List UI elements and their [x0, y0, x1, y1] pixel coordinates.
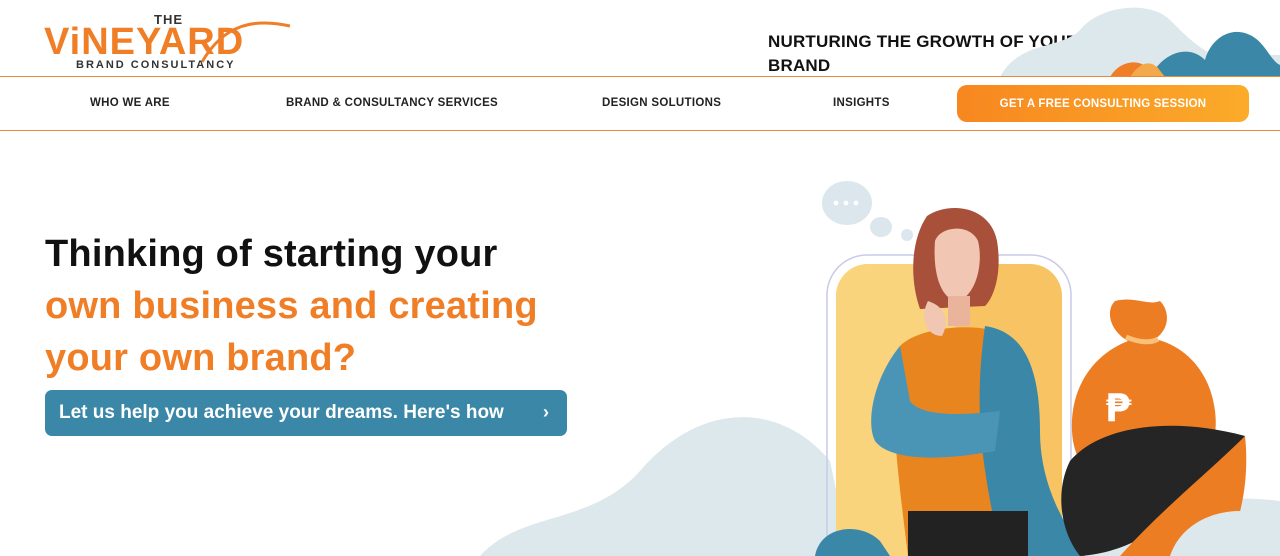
chevron-right-icon: ›: [543, 402, 549, 422]
headline-line-2: own business and creating: [45, 285, 538, 327]
logo-subtitle: BRAND CONSULTANCY: [76, 59, 236, 71]
nav-who-we-are[interactable]: WHO WE ARE: [90, 97, 170, 109]
hero-headline: Thinking of starting your own business a…: [45, 228, 605, 384]
achieve-dreams-label: Let us help you achieve your dreams. Her…: [59, 402, 504, 423]
vineyard-logo[interactable]: THE ViNEYARD BRAND CONSULTANCY: [44, 12, 304, 74]
tagline-line-2: BRAND: [768, 56, 831, 75]
headline-line-1: Thinking of starting your: [45, 233, 498, 275]
main-navigation: WHO WE ARE BRAND & CONSULTANCY SERVICES …: [0, 77, 1280, 131]
top-header: THE ViNEYARD BRAND CONSULTANCY NURTURING…: [0, 0, 1280, 77]
free-consulting-session-button[interactable]: GET A FREE CONSULTING SESSION: [957, 85, 1249, 122]
nav-design-solutions[interactable]: DESIGN SOLUTIONS: [602, 97, 721, 109]
nav-brand-consultancy-services[interactable]: BRAND & CONSULTANCY SERVICES: [286, 97, 498, 109]
headline-line-3: your own brand?: [45, 337, 357, 379]
achieve-dreams-button[interactable]: Let us help you achieve your dreams. Her…: [45, 390, 567, 436]
nav-insights[interactable]: INSIGHTS: [833, 97, 890, 109]
header-decoration: [1000, 7, 1280, 76]
thought-bubble-icon: [822, 181, 913, 241]
peso-symbol: ₱: [1105, 386, 1132, 430]
